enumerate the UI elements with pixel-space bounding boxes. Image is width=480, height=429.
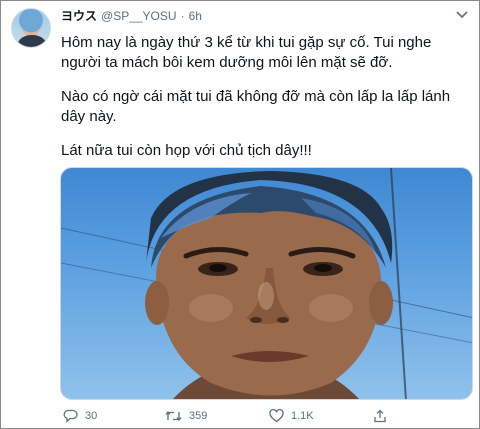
display-name[interactable]: ヨウス xyxy=(61,7,97,24)
reply-button[interactable]: 30 xyxy=(63,409,97,423)
tweet-text: Hôm nay là ngày thứ 3 kể từ khi tui gặp … xyxy=(61,33,471,175)
comment-icon xyxy=(63,409,78,423)
reply-count: 30 xyxy=(85,410,98,422)
avatar-shirt xyxy=(18,35,46,47)
photo-selfie xyxy=(61,168,472,399)
tweet-paragraph-3: Lát nữa tui còn họp với chủ tịch dây!!! xyxy=(61,142,312,159)
share-icon xyxy=(374,409,386,423)
heart-icon xyxy=(269,409,284,423)
tweet-card: ヨウス @SP__YOSU · 6h Hôm nay là ngày thứ 3… xyxy=(0,0,480,429)
tweet-photo[interactable] xyxy=(60,167,473,400)
tweet-paragraph-1: Hôm nay là ngày thứ 3 kể từ khi tui gặp … xyxy=(61,34,432,71)
tweet-header: ヨウス @SP__YOSU · 6h xyxy=(61,7,202,24)
retweet-count: 359 xyxy=(189,410,208,422)
avatar[interactable] xyxy=(11,8,51,48)
separator-dot: · xyxy=(180,9,185,23)
tweet-paragraph-2: Nào có ngờ cái mặt tui đã không đỡ mà cò… xyxy=(61,88,451,125)
like-count: 1.1K xyxy=(291,410,314,422)
chevron-down-icon[interactable] xyxy=(455,9,469,21)
user-handle[interactable]: @SP__YOSU xyxy=(101,9,177,23)
retweet-button[interactable]: 359 xyxy=(165,409,207,423)
share-button[interactable] xyxy=(373,409,387,423)
like-button[interactable]: 1.1K xyxy=(269,409,314,423)
timestamp[interactable]: 6h xyxy=(189,9,202,23)
tweet-actions: 30 359 1.1K xyxy=(61,405,473,427)
retweet-icon xyxy=(165,410,182,422)
